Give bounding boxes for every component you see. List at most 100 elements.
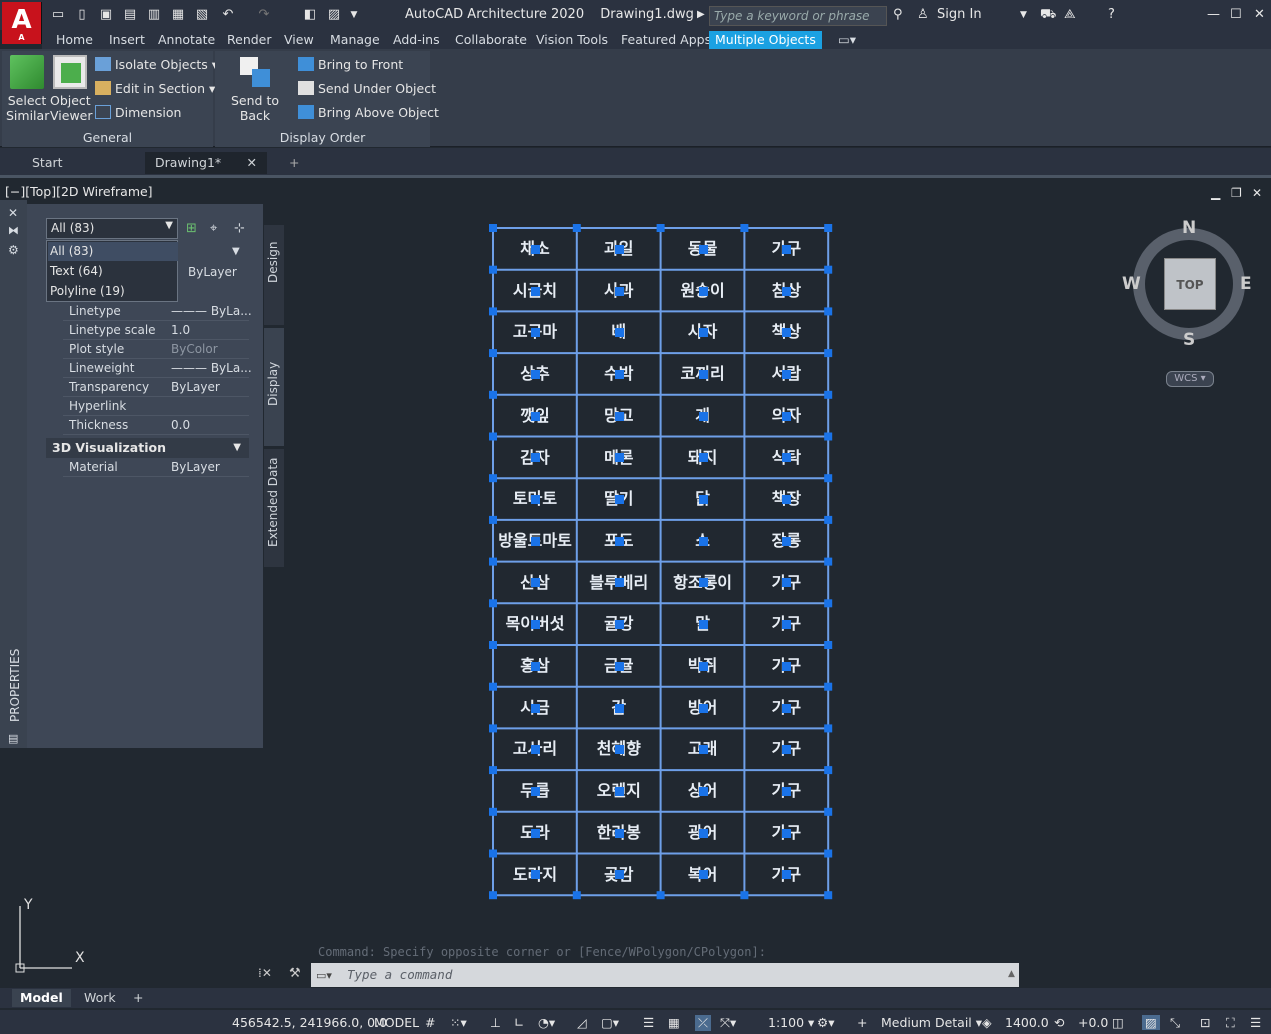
maximize-icon[interactable]: ☐ — [1230, 7, 1242, 23]
text-grip-handle[interactable] — [698, 286, 708, 296]
viewport-close-icon[interactable]: ✕ — [1252, 186, 1262, 200]
viewcube[interactable]: TOP N S E W — [1122, 218, 1252, 350]
toggle-pickadd-icon[interactable]: ⊹ — [234, 221, 245, 236]
text-grip-handle[interactable] — [530, 495, 540, 505]
fullscreen-icon[interactable]: ⛶ — [1226, 1015, 1235, 1031]
text-grip-handle[interactable] — [782, 661, 792, 671]
tab-multiple-objects[interactable]: Multiple Objects — [709, 31, 822, 49]
text-grip-handle[interactable] — [614, 703, 624, 713]
text-grip-handle[interactable] — [530, 286, 540, 296]
text-grip-handle[interactable] — [614, 286, 624, 296]
text-grip-handle[interactable] — [782, 411, 792, 421]
close-icon[interactable]: ✕ — [1254, 7, 1265, 23]
side-tab-display[interactable]: Display — [264, 328, 284, 446]
text-grip-handle[interactable] — [782, 453, 792, 463]
send-under-object-button[interactable]: Send Under Object — [298, 79, 436, 99]
dropdown-option-text[interactable]: Text (64) — [48, 262, 178, 281]
text-grip-handle[interactable] — [698, 328, 708, 338]
text-grip-handle[interactable] — [698, 244, 708, 254]
isometric-icon[interactable]: ◿ — [577, 1015, 587, 1030]
quick-select-icon[interactable]: ⊞ — [186, 221, 197, 236]
text-grip-handle[interactable] — [698, 453, 708, 463]
tab-insert[interactable]: Insert — [103, 31, 151, 49]
coordinates-readout[interactable]: 456542.5, 241966.0, 0.0 — [232, 1015, 387, 1030]
search-input[interactable]: Type a keyword or phrase — [709, 6, 887, 26]
property-row-linetype[interactable]: Linetype ——— ByLa... — [63, 302, 252, 321]
sign-in-button[interactable]: Sign In — [937, 7, 982, 23]
isolate-objects-status-icon[interactable]: ◫ — [1112, 1015, 1124, 1030]
text-grip-handle[interactable] — [530, 870, 540, 880]
quick-properties-icon[interactable]: ⊡ — [1200, 1015, 1210, 1030]
command-line-grip-icon[interactable]: ⁞✕ — [258, 966, 272, 980]
text-grip-handle[interactable] — [782, 828, 792, 838]
lineweight-icon[interactable]: ☰ — [643, 1015, 654, 1030]
property-row-hyperlink[interactable]: Hyperlink — [63, 397, 249, 416]
text-grip-handle[interactable] — [698, 786, 708, 796]
text-grip-handle[interactable] — [614, 369, 624, 379]
snap-icon[interactable]: ⁙▾ — [450, 1015, 467, 1030]
chevron-right-icon[interactable]: ▶ — [697, 7, 705, 23]
bring-to-front-button[interactable]: Bring to Front — [298, 55, 403, 75]
tab-home[interactable]: Home — [50, 31, 99, 49]
annotation-visibility-icon[interactable]: ⤧▾ — [720, 1015, 736, 1031]
property-row-transparency[interactable]: Transparency ByLayer — [63, 378, 249, 397]
text-grip-handle[interactable] — [530, 620, 540, 630]
text-grip-handle[interactable] — [614, 453, 624, 463]
section-3d-visualization[interactable]: 3D Visualization ▼ — [46, 438, 249, 458]
text-grip-handle[interactable] — [614, 244, 624, 254]
text-grip-handle[interactable] — [530, 453, 540, 463]
binoculars-icon[interactable]: ⚲ — [893, 7, 903, 23]
text-grip-handle[interactable] — [614, 495, 624, 505]
object-viewer-button[interactable]: Object Viewer — [50, 55, 93, 123]
text-grip-handle[interactable] — [614, 536, 624, 546]
tab-add-ins[interactable]: Add-ins — [387, 31, 446, 49]
compass-south[interactable]: S — [1183, 330, 1195, 350]
property-row-linetype-scale[interactable]: Linetype scale 1.0 — [63, 321, 249, 340]
text-grip-handle[interactable] — [782, 786, 792, 796]
select-similar-button[interactable]: Select Similar — [6, 55, 49, 123]
text-grip-handle[interactable] — [614, 411, 624, 421]
recent-commands-icon[interactable]: ▭▾ — [316, 969, 332, 982]
text-grip-handle[interactable] — [782, 745, 792, 755]
sign-in-dropdown-icon[interactable]: ▼ — [1020, 7, 1027, 23]
redo-icon[interactable]: ↷ — [256, 7, 272, 23]
property-row-plot-style[interactable]: Plot style ByColor — [63, 340, 249, 359]
text-grip-handle[interactable] — [782, 578, 792, 588]
open-icon[interactable]: ▯ — [74, 7, 90, 23]
save-as-icon[interactable]: ▤ — [122, 7, 138, 23]
text-grip-handle[interactable] — [530, 703, 540, 713]
text-grip-handle[interactable] — [614, 328, 624, 338]
text-grip-handle[interactable] — [782, 244, 792, 254]
text-grip-handle[interactable] — [530, 536, 540, 546]
send-to-back-button[interactable]: Send to Back — [218, 55, 292, 123]
compass-east[interactable]: E — [1240, 274, 1252, 294]
text-grip-handle[interactable] — [530, 661, 540, 671]
text-grip-handle[interactable] — [530, 369, 540, 379]
autodesk-app-icon[interactable]: ⟁ — [1064, 7, 1076, 23]
command-input[interactable]: Type a command — [311, 963, 1019, 987]
layout-tab-work[interactable]: Work — [76, 989, 124, 1007]
text-grip-handle[interactable] — [698, 870, 708, 880]
text-grip-handle[interactable] — [698, 703, 708, 713]
palette-close-icon[interactable]: ✕ — [8, 206, 18, 220]
text-grip-handle[interactable] — [530, 578, 540, 588]
doc-tab-start[interactable]: Start — [22, 152, 140, 174]
text-grip-handle[interactable] — [698, 578, 708, 588]
text-grip-handle[interactable] — [698, 495, 708, 505]
save-icon[interactable]: ▣ — [98, 7, 114, 23]
side-tab-extended-data[interactable]: Extended Data — [264, 449, 284, 567]
text-grip-handle[interactable] — [614, 786, 624, 796]
tab-manage[interactable]: Manage — [324, 31, 386, 49]
section-collapse-icon[interactable]: ▼ — [232, 246, 240, 257]
compass-west[interactable]: W — [1122, 274, 1141, 294]
clean-screen-icon[interactable]: ⤡ — [1170, 1015, 1180, 1031]
text-grip-handle[interactable] — [782, 286, 792, 296]
model-space-toggle[interactable]: MODEL — [374, 1015, 419, 1030]
text-grip-handle[interactable] — [614, 870, 624, 880]
viewcube-face-top[interactable]: TOP — [1164, 258, 1216, 310]
new-layout-icon[interactable]: + — [125, 989, 151, 1007]
grid-icon[interactable]: # — [425, 1015, 435, 1030]
tab-vision-tools[interactable]: Vision Tools — [530, 31, 614, 49]
annotation-scale-select[interactable]: 1:100 ▾ — [768, 1015, 814, 1030]
tab-annotate[interactable]: Annotate — [152, 31, 221, 49]
